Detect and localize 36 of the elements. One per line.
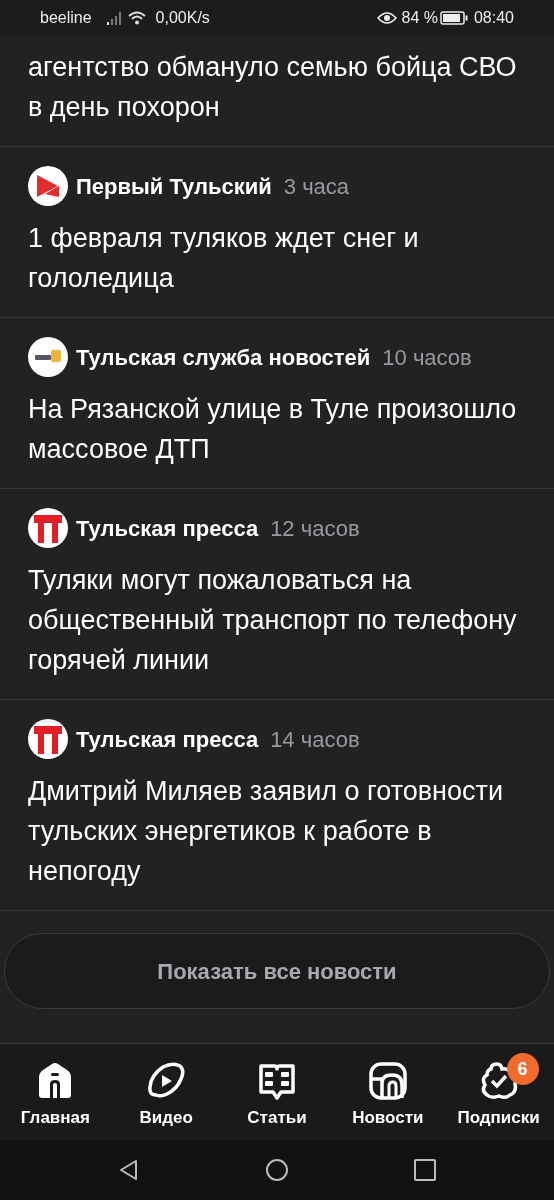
source-name[interactable]: Тульская служба новостей xyxy=(76,340,371,374)
news-headline[interactable]: Туляки могут пожаловаться на общественный транспорт по телефону горячей линии xyxy=(28,560,526,680)
nav-tab[interactable]: Главная xyxy=(5,1053,106,1131)
eye-icon xyxy=(377,11,398,25)
news-icon xyxy=(367,1061,408,1102)
nav-tab[interactable]: Статьи xyxy=(227,1053,327,1131)
signal-icon xyxy=(105,11,124,25)
nav-tab[interactable]: Видео xyxy=(116,1053,217,1131)
battery-icon xyxy=(439,11,468,25)
news-headline[interactable]: 1 февраля туляков ждет снег и гололедица xyxy=(28,218,526,298)
nav-tab[interactable]: Подписки 6 xyxy=(448,1053,549,1131)
wifi-icon xyxy=(127,11,146,25)
recent-apps-icon[interactable] xyxy=(413,1158,437,1182)
carrier-name: beeline xyxy=(40,8,92,28)
home-circle-icon[interactable] xyxy=(265,1158,289,1182)
source-name[interactable]: Первый Тульский xyxy=(76,169,272,203)
news-headline[interactable]: На Рязанской улице в Туле произошло массовое ДТП xyxy=(28,389,526,469)
source-logo-icon xyxy=(28,719,68,759)
source-logo-icon xyxy=(28,337,68,377)
nav-tab[interactable]: Новости xyxy=(337,1053,438,1131)
publish-time: 10 часов xyxy=(382,343,472,372)
publish-time: 14 часов xyxy=(270,725,360,754)
network-speed: 0,00K/s xyxy=(155,8,210,28)
notification-badge: 6 xyxy=(506,1053,539,1086)
source-name[interactable]: Тульская пресса xyxy=(76,722,259,756)
source-name[interactable]: Тульская пресса xyxy=(76,511,259,545)
publish-time: 12 часов xyxy=(270,514,360,543)
book-icon xyxy=(257,1061,297,1102)
source-logo-icon xyxy=(28,166,68,206)
publish-time: 3 часа xyxy=(283,172,350,201)
news-headline[interactable]: Дмитрий Миляев заявил о готовности тульских энергетиков к работе в непогоду xyxy=(28,771,526,891)
show-all-news-button[interactable]: Показать все новости xyxy=(4,933,550,1009)
battery-percent: 84 % xyxy=(401,8,438,28)
news-headline[interactable]: агентство обмануло семью бойца СВО в день похорон xyxy=(28,47,526,127)
clock-time: 08:40 xyxy=(473,8,514,28)
source-logo-icon xyxy=(28,508,68,548)
